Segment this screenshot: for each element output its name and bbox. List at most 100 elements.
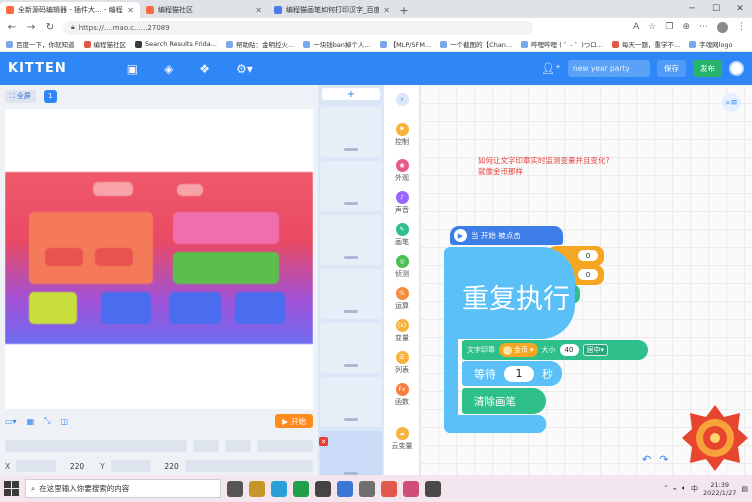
app-icon[interactable]: [403, 480, 419, 497]
close-icon[interactable]: ✕: [383, 6, 390, 15]
refresh-icon[interactable]: ↻: [44, 22, 56, 33]
app-icon[interactable]: [337, 480, 353, 497]
file-menu-icon[interactable]: ▣: [127, 62, 138, 76]
terminal-icon[interactable]: [315, 480, 331, 497]
task-view-icon[interactable]: [227, 480, 243, 497]
maximize-icon[interactable]: ☐: [704, 0, 728, 18]
close-window-icon[interactable]: ✕: [728, 0, 752, 18]
bookmark-item[interactable]: 编程猫社区: [83, 39, 126, 49]
pycharm-icon[interactable]: [293, 480, 309, 497]
collections-icon[interactable]: ❐: [665, 22, 673, 33]
sprite-thumb[interactable]: [320, 107, 382, 157]
value-oval[interactable]: 0: [578, 250, 598, 261]
tutorial-icon[interactable]: ◈: [164, 62, 173, 76]
user-avatar[interactable]: [729, 61, 744, 76]
back-icon[interactable]: ←: [6, 22, 18, 33]
value-oval[interactable]: 0: [578, 269, 598, 280]
browser-tab[interactable]: 编程猫社区 ✕: [140, 2, 268, 18]
bookmark-item[interactable]: 一块钱ban掉个人...: [303, 39, 371, 49]
windows-start-icon[interactable]: [4, 481, 19, 496]
size-field[interactable]: [184, 460, 313, 472]
tray-expand-icon[interactable]: ˄: [664, 485, 668, 493]
sprite-thumb[interactable]: [320, 323, 382, 373]
sprite-thumb-selected[interactable]: [320, 431, 382, 481]
x-field[interactable]: [16, 460, 57, 472]
bookmark-item[interactable]: 【MLP/SFM...: [379, 39, 431, 49]
delete-sprite-icon[interactable]: ✕: [319, 437, 328, 446]
category-operators[interactable]: % 运算: [384, 287, 420, 311]
sprite-name-field[interactable]: [5, 440, 187, 452]
browser-tab[interactable]: 全新源码编辑器 - 插件大... - 编程猫 ✕: [0, 2, 140, 18]
app-icon[interactable]: [359, 480, 375, 497]
wait-seconds-input[interactable]: 1: [504, 365, 534, 382]
camera-icon[interactable]: ▭▾: [5, 417, 17, 426]
when-start-clicked-block[interactable]: ▶ 当 开始 被点击: [450, 226, 563, 245]
category-looks[interactable]: ◉ 外观: [384, 159, 420, 183]
resize-icon[interactable]: ⤡: [44, 416, 50, 426]
extensions-icon[interactable]: ⊕: [682, 22, 690, 33]
forward-icon[interactable]: →: [25, 22, 37, 33]
search-blocks[interactable]: ⌕: [384, 93, 420, 106]
category-sensing[interactable]: ◎ 侦测: [384, 255, 420, 279]
rotation-field[interactable]: [257, 440, 313, 452]
category-variables[interactable]: (x) 变量: [384, 319, 420, 343]
save-button[interactable]: 保存: [657, 60, 686, 77]
sprite-thumb[interactable]: [320, 215, 382, 265]
taskbar-clock[interactable]: 21:39 2022/1/27: [703, 481, 736, 497]
stage-canvas[interactable]: [5, 109, 313, 409]
coin-variable-dropdown[interactable]: 金币 ▾: [499, 343, 538, 357]
network-icon[interactable]: ⌁: [673, 485, 677, 493]
wait-block[interactable]: 等待 1 秒: [462, 361, 562, 386]
block-search-icon[interactable]: ⌕≡: [722, 93, 741, 112]
bookmark-item[interactable]: 字魂网logo: [689, 39, 733, 49]
category-control[interactable]: ⚑ 控制: [384, 123, 420, 147]
bookmark-item[interactable]: 哔哩哔哩 ( ゜- ゜)つロ...: [521, 39, 603, 49]
app-icon[interactable]: [381, 480, 397, 497]
category-pen[interactable]: ✎ 画笔: [384, 223, 420, 247]
project-name-input[interactable]: [568, 60, 650, 77]
app-icon[interactable]: [425, 480, 441, 497]
input-method-indicator[interactable]: 中: [691, 484, 698, 494]
bookmark-item[interactable]: 一个截图的【Chan...: [440, 39, 512, 49]
notification-icon[interactable]: ▤: [741, 485, 748, 493]
settings-more-icon[interactable]: ⋯: [699, 22, 708, 33]
browser-tab[interactable]: 编程猫画笔如何打印汉字_百度搜索 ✕: [268, 2, 396, 18]
bookmark-item[interactable]: 每天一题，重学不...: [611, 39, 680, 49]
bookmark-item[interactable]: 百度一下，你就知道: [6, 39, 75, 49]
redo-icon[interactable]: ↷: [659, 453, 668, 466]
edge-browser-icon[interactable]: [271, 480, 287, 497]
visibility-toggle[interactable]: [193, 440, 219, 452]
new-tab-button[interactable]: +: [396, 2, 412, 18]
category-function[interactable]: Fx 函数: [384, 383, 420, 407]
bookmark-item[interactable]: Search Results Frida...: [135, 40, 217, 48]
minimize-icon[interactable]: ─: [680, 0, 704, 18]
read-aloud-icon[interactable]: A: [633, 22, 639, 33]
clear-pen-block[interactable]: 清除画笔: [462, 388, 546, 414]
text-stamp-block[interactable]: 文字印章 金币 ▾ 大小 40 居中 ▾: [462, 340, 648, 360]
size-input[interactable]: 40: [559, 344, 579, 356]
category-cloud-variable[interactable]: ☁ 云变量: [384, 427, 420, 451]
sprite-thumb[interactable]: [320, 377, 382, 427]
sprite-thumb[interactable]: [320, 161, 382, 211]
file-explorer-icon[interactable]: [249, 480, 265, 497]
undo-icon[interactable]: ↶: [642, 453, 651, 466]
code-workspace[interactable]: ⌕≡ 如何让文字印章实时监测变量并且变化? 就像金币那样 0 0 ▶ 当 开始 …: [420, 85, 752, 475]
bookmark-item[interactable]: 帮助贴：金明控火...: [226, 39, 294, 49]
category-sound[interactable]: ♪ 声音: [384, 191, 420, 215]
settings-icon[interactable]: ⚙▾: [236, 62, 253, 76]
profile-avatar[interactable]: [717, 22, 728, 33]
sprite-thumb[interactable]: [320, 269, 382, 319]
record-icon[interactable]: ◫: [61, 417, 69, 426]
menu-icon[interactable]: ⋮: [737, 22, 746, 33]
fullscreen-button[interactable]: ⛶ 全屏: [5, 89, 36, 103]
close-icon[interactable]: ✕: [127, 6, 134, 15]
grid-icon[interactable]: ▦: [27, 417, 35, 426]
add-sprite-button[interactable]: +: [322, 88, 380, 100]
lock-toggle[interactable]: [225, 440, 251, 452]
gallery-icon[interactable]: ❖: [199, 62, 210, 76]
start-button[interactable]: ▶ 开始: [275, 414, 313, 428]
scene-count-badge[interactable]: 1: [43, 89, 57, 103]
url-field[interactable]: 🔒︎ https://....mao.c......27089: [63, 20, 533, 35]
align-dropdown[interactable]: 居中 ▾: [582, 344, 609, 356]
volume-icon[interactable]: 🔈︎: [682, 484, 686, 493]
